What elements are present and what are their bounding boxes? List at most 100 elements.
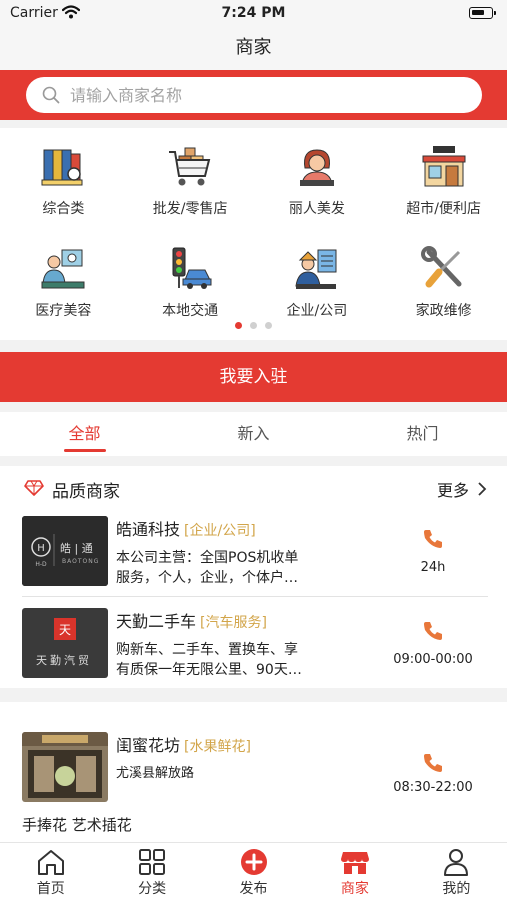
merchant-address: 尤溪县解放路 [116,766,195,781]
traffic-light-icon [172,247,212,289]
merchant-row: 闺蜜花坊 [水果鲜花] 尤溪县解放路 08:30-22:00 [0,726,507,812]
business-icon [295,249,337,289]
category-beauty[interactable]: 丽人美发 [254,138,381,230]
category-label: 本地交通 [162,303,219,319]
tabbar-categories[interactable]: 分类 [101,843,202,900]
logo-text: 天勤汽贸 [36,654,92,667]
battery-icon [469,7,496,19]
category-panel: 综合类 批发/零售店 丽人美发 超市/便利店 医疗美容 本地交通 企业/公司 家… [0,128,507,340]
category-label: 家政维修 [415,303,472,319]
merchant-description: 本公司主营：全国POS机收单 服务，个人，企业，个体户… [116,548,356,588]
bottom-tab-bar: 首页 分类 发布 商家 我的 [0,842,507,900]
merchant-logo: H H-D 皓 | 通 BAOTONG [22,516,108,586]
business-hours: 08:30-22:00 [393,780,473,795]
tabbar-label: 首页 [36,881,65,897]
wrench-screwdriver-icon [420,246,462,288]
join-button[interactable]: 我要入驻 [0,352,507,402]
category-label: 批发/零售店 [152,201,228,217]
tab-hot[interactable]: 热门 [338,412,507,456]
category-business[interactable]: 企业/公司 [254,240,381,332]
quality-merchants-section: 品质商家 更多 H H-D 皓 | 通 BAOTONG 皓通科技 [企业/公司] … [0,466,507,688]
chevron-right-icon [478,482,487,496]
merchant-description: 购新车、二手车、置换车、享 有质保一年无限公里、90天… [116,640,356,680]
category-wholesale[interactable]: 批发/零售店 [127,138,254,230]
phone-icon[interactable] [422,752,444,774]
shop-listing[interactable]: 闺蜜花坊 [水果鲜花] 尤溪县解放路 08:30-22:00 手捧花 艺术插花 [0,702,507,842]
merchant-logo: 天 天勤汽贸 [22,608,108,678]
business-hours: 24h [420,560,446,575]
tab-new[interactable]: 新入 [169,412,338,456]
more-label: 更多 [436,481,469,500]
phone-icon[interactable] [422,620,444,642]
phone-icon[interactable] [422,528,444,550]
tab-label: 新入 [237,424,270,443]
tabbar-profile[interactable]: 我的 [406,843,507,900]
merchant-name: 闺蜜花坊 [116,736,181,755]
category-comprehensive[interactable]: 综合类 [0,138,127,230]
category-label: 综合类 [42,201,85,217]
page-title: 商家 [235,37,272,58]
search-box[interactable] [26,77,482,113]
search-input[interactable] [70,77,470,113]
tabbar-label: 发布 [239,881,268,897]
nav-bar: 商家 [0,26,507,70]
category-supermarket[interactable]: 超市/便利店 [380,138,507,230]
divider [22,596,488,597]
search-icon [42,86,60,104]
category-label: 企业/公司 [286,303,348,319]
merchant-category-tag: [水果鲜花] [184,739,251,755]
category-housekeeping[interactable]: 家政维修 [380,240,507,332]
plus-circle-icon [240,849,267,875]
merchant-row[interactable]: H H-D 皓 | 通 BAOTONG 皓通科技 [企业/公司] 本公司主营：全国… [0,510,507,596]
desc-line: 本公司主营：全国POS机收单 [116,550,299,566]
merchant-name-line: 闺蜜花坊 [水果鲜花] [116,732,251,756]
shopping-cart-icon [169,147,211,186]
merchant-name-line: 皓通科技 [企业/公司] [116,516,256,540]
tab-label: 全部 [68,424,101,443]
shop-photo [22,732,108,802]
search-band [0,70,507,120]
tabbar-publish[interactable]: 发布 [203,843,304,900]
medical-consult-icon [41,249,85,289]
shop-icon [422,146,466,187]
svg-text:H: H [37,543,45,554]
merchant-row[interactable]: 天 天勤汽贸 天勤二手车 [汽车服务] 购新车、二手车、置换车、享 有质保一年无限… [0,602,507,688]
desc-line: 服务，个人，企业，个体户… [116,570,298,586]
storefront-photo [22,732,108,802]
tabbar-home[interactable]: 首页 [0,843,101,900]
more-link[interactable]: 更多 [437,477,487,501]
page-indicator [0,322,507,329]
diamond-icon [24,480,44,496]
filter-tabs: 全部 新入 热门 [0,412,507,456]
tab-label: 热门 [406,424,439,443]
desc-line: 购新车、二手车、置换车、享 [116,642,298,658]
logo-text: 皓 | 通 [60,542,93,555]
merchant-name: 皓通科技 [116,520,181,539]
page-dot [250,322,257,329]
tab-all[interactable]: 全部 [0,412,169,456]
merchant-category-tag: [汽车服务] [200,615,267,631]
person-icon [444,849,469,876]
tab-underline [63,449,106,452]
tabbar-merchants[interactable]: 商家 [304,843,405,900]
page-dot-active [235,322,242,329]
merchant-name-line: 天勤二手车 [汽车服务] [116,608,267,632]
merchant-name: 天勤二手车 [116,612,197,631]
category-label: 丽人美发 [288,201,345,217]
category-label: 医疗美容 [35,303,92,319]
tabbar-label: 我的 [442,881,471,897]
home-icon [37,850,64,875]
binders-icon [41,149,83,186]
desc-line: 有质保一年无限公里、90天… [116,662,302,678]
grid-icon [139,849,166,875]
category-transport[interactable]: 本地交通 [127,240,254,332]
business-hours: 09:00-00:00 [393,652,473,667]
section-header: 品质商家 更多 [0,466,507,510]
svg-text:天: 天 [59,623,71,637]
category-label: 超市/便利店 [406,201,481,217]
tabbar-label: 分类 [138,881,167,897]
logo-subtext: BAOTONG [62,558,100,565]
page-dot [265,322,272,329]
category-medical[interactable]: 医疗美容 [0,240,127,332]
merchant-category-tag: [企业/公司] [184,523,256,539]
